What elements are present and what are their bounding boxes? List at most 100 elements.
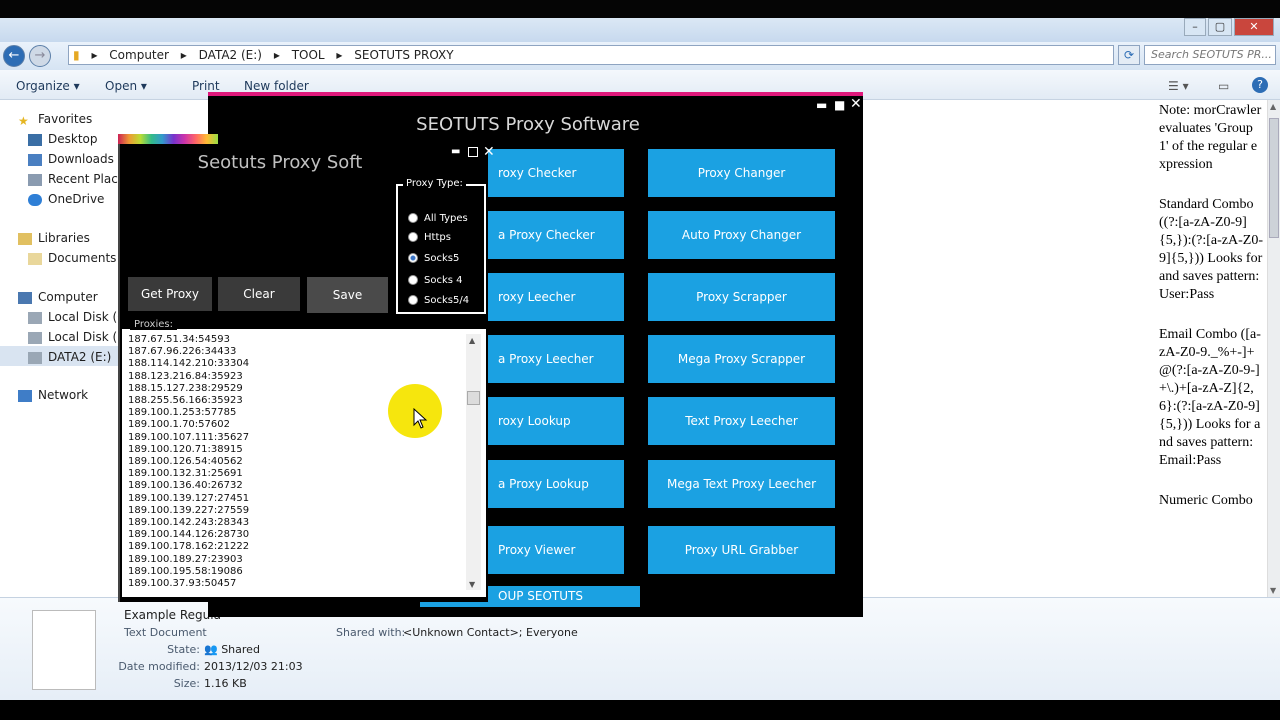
proxy-list-item[interactable]: 189.100.136.40:26732: [128, 480, 468, 492]
nav-onedrive[interactable]: OneDrive: [28, 192, 104, 206]
search-input[interactable]: Search SEOTUTS PR...: [1144, 45, 1276, 65]
new-folder-button[interactable]: New folder: [244, 79, 309, 93]
radio-socks5[interactable]: Socks5: [408, 253, 459, 264]
top-black-bar: [0, 0, 1280, 18]
scroll-up-icon[interactable]: ▲: [1270, 102, 1276, 111]
organize-menu[interactable]: Organize ▾: [16, 79, 80, 93]
notes-scrollbar[interactable]: ▲ ▼: [1267, 100, 1280, 597]
big-maximize-button[interactable]: ■: [834, 98, 845, 112]
left-tool-button[interactable]: roxy Leecher: [488, 273, 624, 321]
bottom-black-bar: [0, 700, 1280, 720]
recent-places-icon: [28, 173, 42, 186]
back-arrow-icon[interactable]: ←: [3, 45, 25, 67]
documents-icon: [28, 252, 42, 265]
right-tool-button[interactable]: Proxy Scrapper: [648, 273, 835, 321]
right-tool-button[interactable]: Proxy URL Grabber: [648, 526, 835, 574]
help-icon[interactable]: ?: [1252, 77, 1268, 93]
navigation-pane: ★ Favorites Desktop Downloads Recent Plac…: [0, 100, 135, 597]
proxy-list-item[interactable]: 188.123.216.84:35923: [128, 371, 468, 383]
nav-downloads-label: Downloads: [48, 152, 114, 166]
maximize-button[interactable]: ▢: [1208, 18, 1232, 36]
nav-recent-places[interactable]: Recent Places: [28, 172, 131, 186]
breadcrumb-drive[interactable]: DATA2 (E:): [199, 48, 262, 62]
small-maximize-button[interactable]: [468, 147, 478, 157]
nav-documents[interactable]: Documents: [28, 251, 116, 265]
preview-pane-icon[interactable]: ▭: [1218, 79, 1229, 93]
proxy-list-item[interactable]: 189.100.37.93:50457: [128, 578, 468, 590]
big-close-button[interactable]: ✕: [850, 96, 862, 112]
right-tool-button[interactable]: Auto Proxy Changer: [648, 211, 835, 259]
get-proxy-button[interactable]: Get Proxy: [128, 277, 212, 311]
scrollbar-thumb[interactable]: [1269, 118, 1279, 238]
left-tool-button[interactable]: a Proxy Lookup: [488, 460, 624, 508]
view-options-icon[interactable]: ☰ ▾: [1168, 79, 1189, 93]
computer-icon: [18, 291, 32, 304]
details-modified-label: Date modified:: [118, 660, 200, 673]
nav-computer-label: Computer: [38, 290, 98, 304]
right-tool-button[interactable]: Proxy Changer: [648, 149, 835, 197]
radio-label: Socks5/4: [424, 295, 470, 306]
nav-network[interactable]: Network: [18, 388, 88, 402]
breadcrumb-separator-icon: ▸: [336, 48, 343, 62]
save-button[interactable]: Save: [307, 277, 388, 313]
breadcrumb-seotuts-proxy[interactable]: SEOTUTS PROXY: [354, 48, 453, 62]
radio-label: Socks 4: [424, 275, 463, 286]
nav-favorites[interactable]: ★ Favorites: [18, 112, 92, 128]
small-minimize-button[interactable]: ▬: [451, 146, 460, 157]
nav-onedrive-label: OneDrive: [48, 192, 105, 206]
radio-circle-icon: [408, 213, 418, 223]
proxy-list-item[interactable]: 189.100.144.126:28730: [128, 529, 468, 541]
small-close-button[interactable]: ✕: [483, 144, 495, 160]
open-menu[interactable]: Open ▾: [105, 79, 147, 93]
shared-icon: 👥: [204, 643, 222, 656]
left-tool-button[interactable]: roxy Checker: [488, 149, 624, 197]
right-tool-button[interactable]: Mega Proxy Scrapper: [648, 335, 835, 383]
breadcrumb-computer[interactable]: Computer: [109, 48, 169, 62]
clear-button[interactable]: Clear: [218, 277, 300, 311]
proxies-scrollbar[interactable]: ▲ ▼: [466, 334, 481, 590]
text-file-icon: [32, 610, 96, 690]
proxy-list-item[interactable]: 189.100.139.227:27559: [128, 505, 468, 517]
proxy-list-item[interactable]: 189.100.120.71:38915: [128, 444, 468, 456]
nav-desktop[interactable]: Desktop: [28, 132, 98, 146]
nav-data2[interactable]: DATA2 (E:): [0, 346, 120, 366]
scroll-down-icon[interactable]: ▼: [1270, 586, 1276, 595]
drive-icon: [28, 331, 42, 344]
radio-socks4[interactable]: Socks 4: [408, 275, 463, 286]
proxy-list-item[interactable]: 189.100.195.58:19086: [128, 566, 468, 578]
close-button[interactable]: ✕: [1234, 18, 1274, 36]
refresh-icon[interactable]: ⟳: [1118, 45, 1140, 65]
proxy-list-item[interactable]: 188.114.142.210:33304: [128, 358, 468, 370]
proxy-list-item[interactable]: 189.100.189.27:23903: [128, 554, 468, 566]
proxy-list-item[interactable]: 189.100.132.31:25691: [128, 468, 468, 480]
nav-downloads[interactable]: Downloads: [28, 152, 114, 166]
big-minimize-button[interactable]: ▬: [816, 98, 827, 112]
proxies-list[interactable]: 187.67.51.34:54593 187.67.96.226:34433 188…: [128, 334, 468, 592]
left-tool-button[interactable]: a Proxy Leecher: [488, 335, 624, 383]
nav-computer[interactable]: Computer: [18, 290, 98, 304]
proxy-list-item[interactable]: 187.67.96.226:34433: [128, 346, 468, 358]
address-bar[interactable]: ▮ ▸ Computer ▸ DATA2 (E:) ▸ TOOL ▸ SEOTU…: [68, 45, 1114, 65]
right-tool-button[interactable]: Mega Text Proxy Leecher: [648, 460, 835, 508]
right-tool-button[interactable]: Text Proxy Leecher: [648, 397, 835, 445]
proxy-list-item[interactable]: 189.100.126.54:40562: [128, 456, 468, 468]
scroll-down-icon[interactable]: ▼: [469, 580, 475, 589]
scroll-up-icon[interactable]: ▲: [469, 336, 475, 345]
radio-socks5-4[interactable]: Socks5/4: [408, 295, 469, 306]
drive-icon: [28, 311, 42, 324]
radio-https[interactable]: Https: [408, 232, 451, 243]
proxy-list-item[interactable]: 189.100.178.162:21222: [128, 541, 468, 553]
radio-all-types[interactable]: All Types: [408, 213, 468, 224]
proxy-list-item[interactable]: 187.67.51.34:54593: [128, 334, 468, 346]
left-tool-button[interactable]: a Proxy Checker: [488, 211, 624, 259]
print-button[interactable]: Print: [192, 79, 220, 93]
forward-arrow-icon[interactable]: →: [29, 45, 51, 67]
breadcrumb-tool[interactable]: TOOL: [292, 48, 325, 62]
left-tool-button[interactable]: roxy Lookup: [488, 397, 624, 445]
left-tool-button[interactable]: Proxy Viewer: [488, 526, 624, 574]
proxy-list-item[interactable]: 189.100.139.127:27451: [128, 493, 468, 505]
nav-libraries[interactable]: Libraries: [18, 231, 90, 245]
minimize-button[interactable]: –: [1184, 18, 1206, 36]
proxy-list-item[interactable]: 189.100.142.243:28343: [128, 517, 468, 529]
scrollbar-thumb[interactable]: [467, 391, 480, 405]
